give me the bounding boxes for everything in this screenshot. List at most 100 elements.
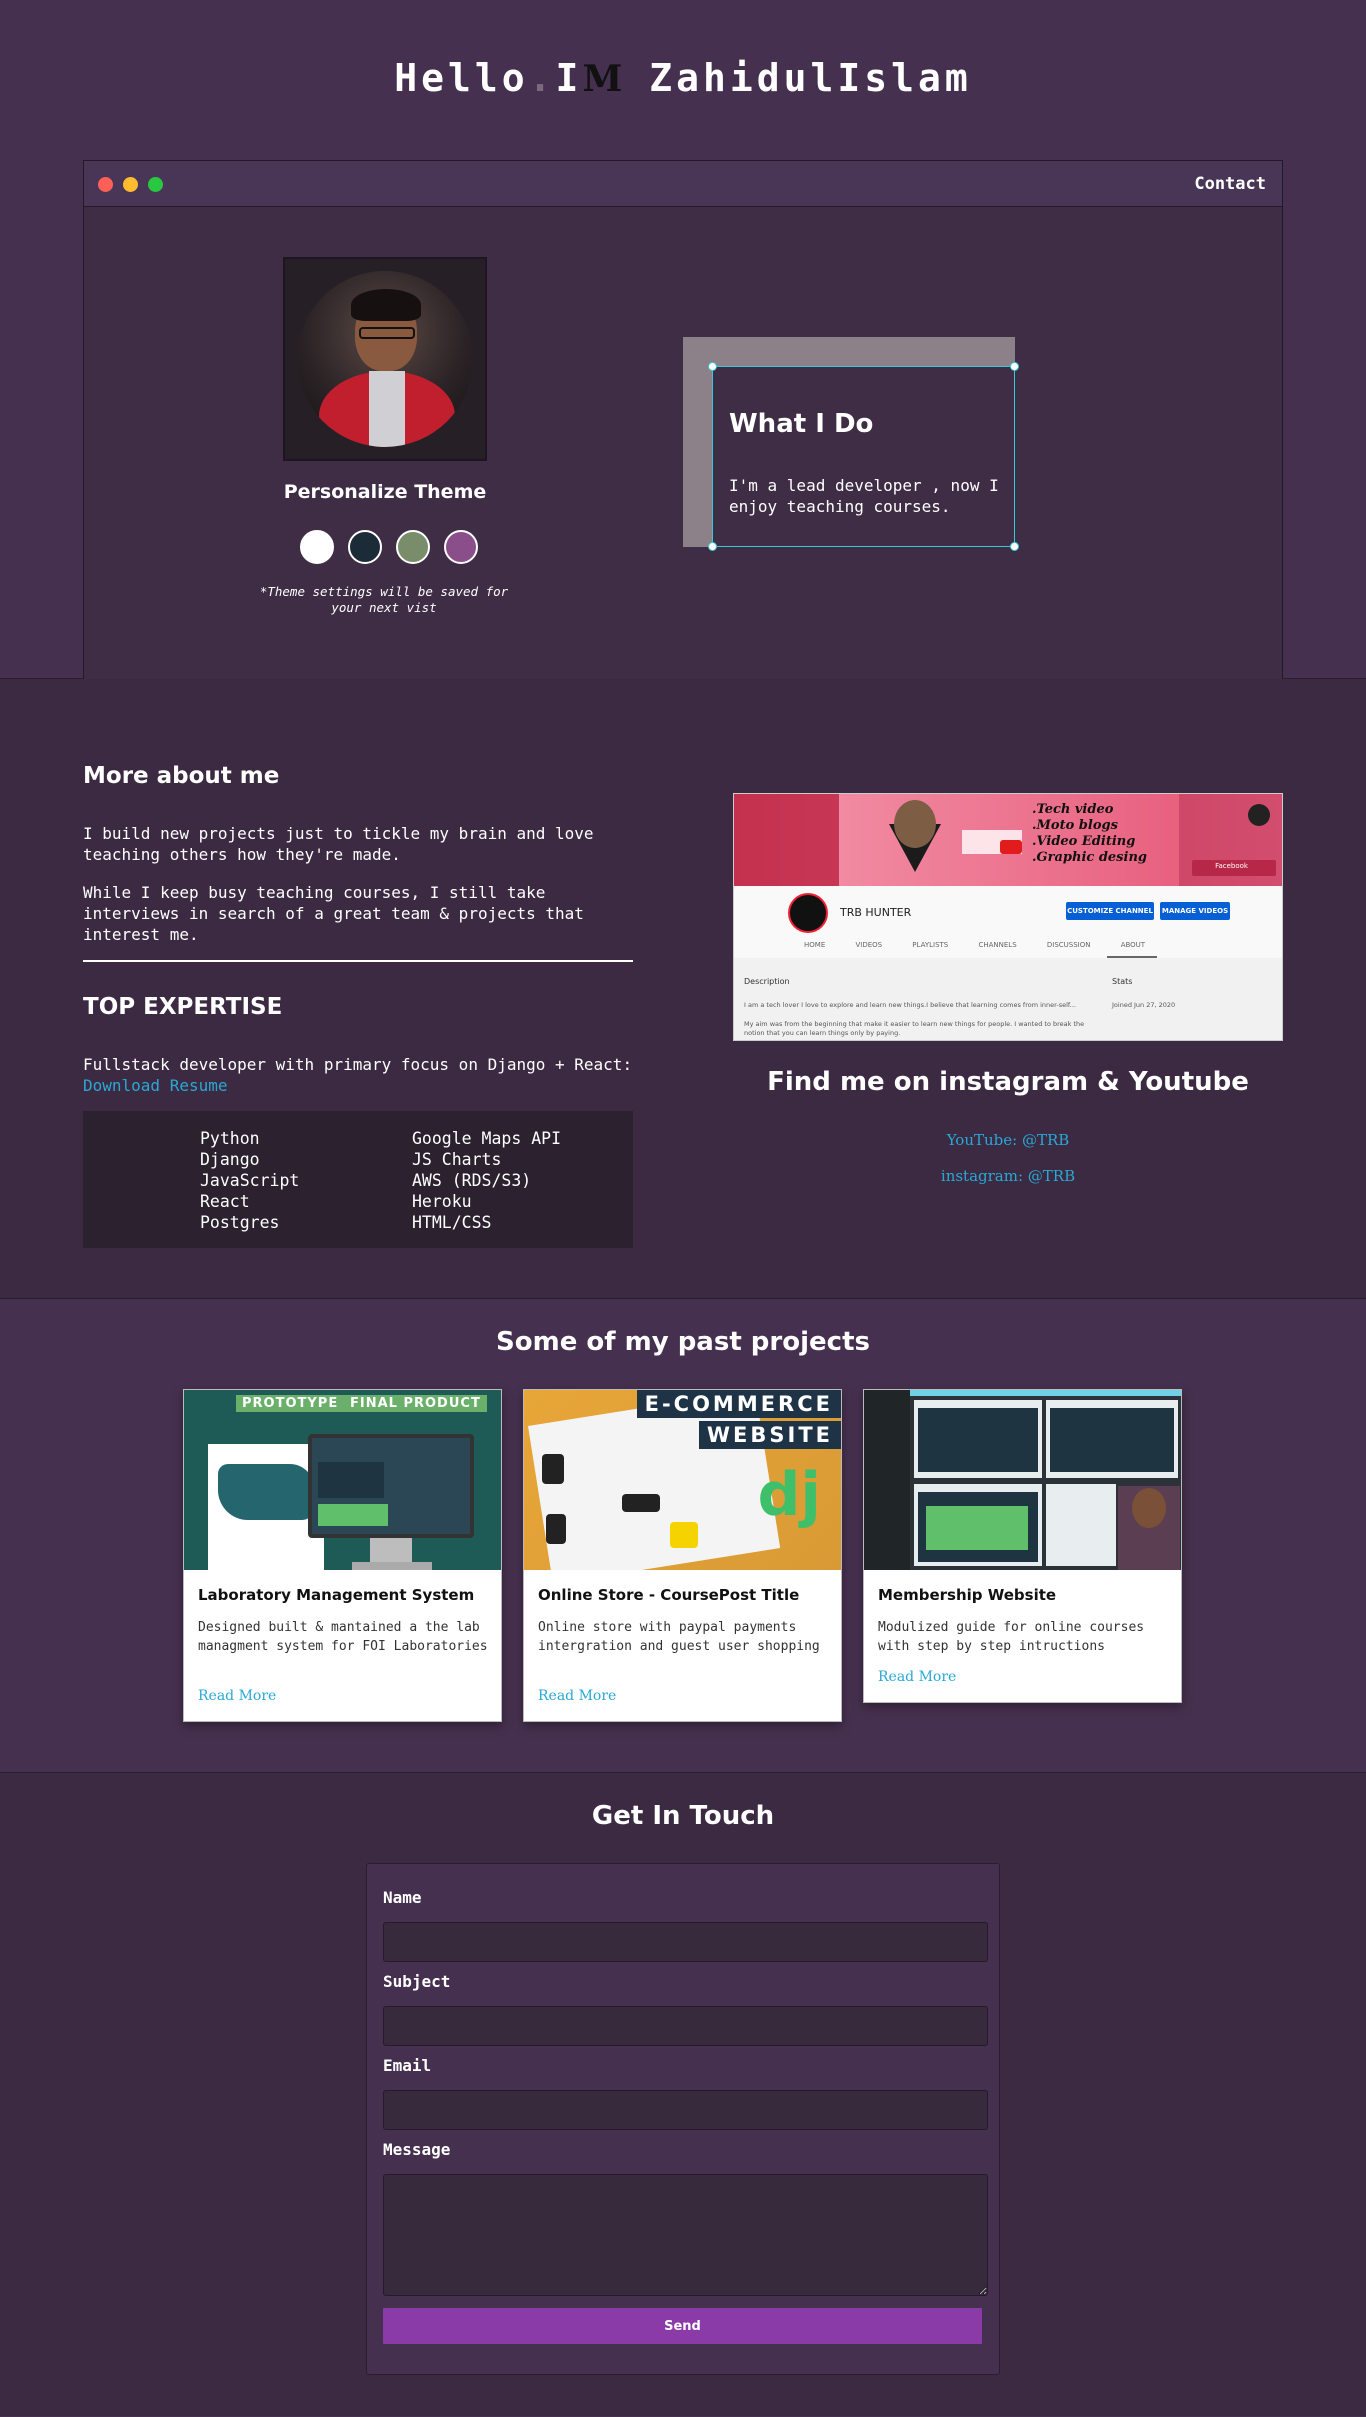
stats-label: Stats	[1112, 977, 1133, 986]
channel-tabs: HOME VIDEOS PLAYLISTS CHANNELS DISCUSSIO…	[804, 941, 1146, 949]
title-i: I	[555, 56, 583, 100]
hero-section: Hello.IM ZahidulIslam Contact Personaliz…	[0, 0, 1366, 680]
instagram-link[interactable]: instagram: @TRB	[733, 1167, 1283, 1185]
banner-person	[894, 800, 936, 848]
facebook-label: Facebook	[1215, 862, 1248, 870]
skill-item: JavaScript	[200, 1171, 300, 1190]
download-resume-link[interactable]: Download Resume	[83, 1076, 228, 1095]
resize-handle-icon[interactable]	[1010, 542, 1019, 551]
profile-photo	[283, 257, 487, 461]
name-label: Name	[383, 1888, 422, 1907]
banner-text: .Tech video .Moto blogs .Video Editing .…	[1032, 802, 1147, 866]
what-i-do-box: What I Do I'm a lead developer , now I e…	[708, 362, 1019, 551]
theme-swatch-purple[interactable]	[444, 530, 478, 564]
thumb-bars	[926, 1506, 1028, 1550]
expertise-heading: TOP EXPERTISE	[83, 994, 283, 1020]
skill-item: React	[200, 1192, 250, 1211]
title-name: ZahidulIslam	[649, 56, 972, 100]
avatar-hair	[351, 289, 421, 321]
project-thumbnail: E-COMMERCE WEBSITE dj	[524, 1390, 841, 1570]
contact-section: Get In Touch Name Subject Email Message …	[0, 1773, 1366, 2416]
subject-input[interactable]	[383, 2006, 988, 2046]
message-textarea[interactable]	[383, 2174, 988, 2296]
skills-column-2: Google Maps API JS Charts AWS (RDS/S3) H…	[412, 1128, 561, 1233]
read-more-link[interactable]: Read More	[538, 1688, 616, 1704]
skills-column-1: Python Django JavaScript React Postgres	[200, 1128, 299, 1233]
thumb-monitor-stand	[370, 1538, 412, 1564]
skill-item: JS Charts	[412, 1150, 502, 1169]
project-title: Laboratory Management System	[198, 1586, 475, 1604]
thumb-screen-map	[318, 1462, 384, 1498]
thumb-topbar	[910, 1390, 1181, 1396]
skill-item: AWS (RDS/S3)	[412, 1171, 532, 1190]
skill-item: Django	[200, 1150, 260, 1169]
expertise-text: Fullstack developer with primary focus o…	[83, 1055, 633, 1074]
send-button[interactable]: Send	[383, 2308, 982, 2344]
contact-link[interactable]: Contact	[1194, 174, 1266, 194]
avatar-shirt	[369, 371, 405, 447]
browser-window: Contact Personalize Theme *Theme setting…	[83, 160, 1283, 680]
about-paragraph-2: While I keep busy teaching courses, I st…	[83, 883, 584, 944]
theme-swatch-blue[interactable]	[348, 530, 382, 564]
email-label: Email	[383, 2056, 432, 2075]
project-description: Designed built & mantained a the lab man…	[198, 1620, 488, 1654]
thumb-product	[542, 1454, 564, 1484]
about-section: More about me I build new projects just …	[0, 679, 1366, 1299]
website-tag: WEBSITE	[698, 1421, 841, 1449]
thumb-product	[622, 1494, 660, 1512]
prototype-tag: PROTOTYPE	[236, 1395, 345, 1412]
youtube-link[interactable]: YouTube: @TRB	[733, 1131, 1283, 1149]
contact-form: Name Subject Email Message Send	[366, 1863, 1000, 2375]
page-title: Hello.IM ZahidulIslam	[0, 56, 1366, 100]
name-input[interactable]	[383, 1922, 988, 1962]
maximize-dot-icon[interactable]	[148, 177, 163, 192]
resize-handle-icon[interactable]	[708, 542, 717, 551]
subject-label: Subject	[383, 1972, 451, 1991]
theme-swatch-green[interactable]	[396, 530, 430, 564]
projects-section: Some of my past projects PROTOTYPE FINAL…	[0, 1299, 1366, 1773]
description-label: Description	[744, 977, 790, 986]
description-line: My aim was from the beginning that make …	[744, 1020, 1085, 1028]
banner-line: .Tech video	[1032, 802, 1114, 817]
project-description: Online store with paypal payments interg…	[538, 1620, 820, 1654]
read-more-link[interactable]: Read More	[198, 1688, 276, 1704]
read-more-link[interactable]: Read More	[878, 1669, 956, 1685]
contact-heading: Get In Touch	[591, 1801, 775, 1831]
theme-note: *Theme settings will be saved for your n…	[259, 584, 509, 615]
thumb-person-face	[1132, 1488, 1166, 1528]
avatar	[297, 271, 473, 447]
ecommerce-tag: E-COMMERCE	[636, 1390, 841, 1418]
expertise-summary: Fullstack developer with primary focus o…	[83, 1054, 632, 1096]
theme-heading: Personalize Theme	[283, 481, 487, 503]
thumb-map	[918, 1408, 1038, 1472]
divider	[83, 960, 633, 962]
thumb-sidebar	[864, 1390, 910, 1570]
email-input[interactable]	[383, 2090, 988, 2130]
theme-swatch-light[interactable]	[300, 530, 334, 564]
joined-date: Joined Jun 27, 2020	[1112, 1001, 1176, 1009]
title-hello: Hello	[394, 56, 529, 100]
camera-icon	[1248, 804, 1270, 826]
thumb-shirt	[670, 1522, 698, 1548]
customize-channel-button: CUSTOMIZE CHANNEL	[1066, 902, 1154, 920]
channel-logo	[788, 893, 828, 933]
project-card: Membership Website Modulized guide for o…	[863, 1389, 1182, 1703]
resize-handle-icon[interactable]	[708, 362, 717, 371]
projects-heading: Some of my past projects	[496, 1327, 870, 1357]
play-icon	[1000, 840, 1022, 854]
message-label: Message	[383, 2140, 451, 2159]
theme-swatches	[300, 530, 478, 564]
close-dot-icon[interactable]	[98, 177, 113, 192]
resize-handle-icon[interactable]	[1010, 362, 1019, 371]
project-thumbnail: PROTOTYPE FINAL PRODUCT	[184, 1390, 501, 1570]
title-dot: .	[528, 56, 556, 100]
avatar-glasses	[359, 327, 415, 339]
minimize-dot-icon[interactable]	[123, 177, 138, 192]
final-product-tag: FINAL PRODUCT	[344, 1395, 487, 1412]
about-paragraph-1: I build new projects just to tickle my b…	[83, 824, 594, 864]
title-m: M	[582, 58, 623, 100]
about-heading: More about me	[83, 763, 280, 789]
what-i-do-text: I'm a lead developer , now I enjoy teach…	[729, 476, 999, 516]
skill-item: HTML/CSS	[412, 1213, 492, 1232]
project-title: Online Store - CoursePost Title	[538, 1586, 800, 1604]
